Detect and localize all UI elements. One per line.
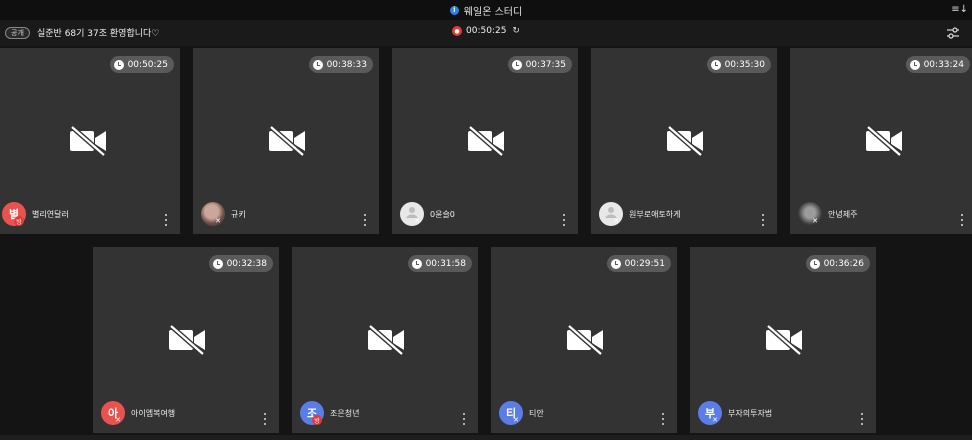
window-titlebar: i 웨일온 스터디 ≡↓: [0, 0, 972, 20]
bottom-toolbar-edge: [0, 435, 972, 440]
participant-name: 별리연달러: [32, 210, 69, 219]
camera-off-icon: [267, 125, 307, 157]
participant-timer-text: 00:38:33: [326, 59, 367, 70]
mic-muted-icon: ✕: [215, 217, 221, 225]
host-badge-icon: 방: [312, 415, 322, 425]
participant-timer: 00:33:24: [905, 56, 970, 73]
participant-tile[interactable]: 00:31:58 조 방 조은청년: [292, 247, 478, 433]
camera-off-icon: [167, 324, 207, 356]
participant-timer: 00:29:51: [606, 255, 671, 272]
participant-timer-text: 00:36:26: [823, 258, 864, 269]
more-options-icon[interactable]: [363, 214, 367, 226]
room-name: 실준반 68기 37조 환영합니다♡: [37, 29, 160, 39]
participant-tile[interactable]: 00:50:25 별 방 별리연달러: [0, 48, 180, 234]
participant-tile[interactable]: 00:37:35 ✕ 0윤슬0: [392, 48, 578, 234]
participant-name: 조은청년: [330, 409, 360, 418]
participant-tile[interactable]: 00:29:51 티 ✕ 티안: [491, 247, 677, 433]
participant-timer-text: 00:29:51: [624, 258, 665, 269]
camera-off-icon: [366, 324, 406, 356]
participant-name: 아이엠복여행: [131, 409, 176, 418]
clock-icon: [710, 59, 721, 70]
more-options-icon[interactable]: [562, 214, 566, 226]
participant-timer-text: 00:50:25: [127, 59, 168, 70]
participant-timer: 00:50:25: [109, 56, 174, 73]
room-timer: ● 00:50:25 ↻: [452, 26, 520, 36]
recording-icon: ●: [452, 26, 462, 36]
participant-name: 0윤슬0: [430, 210, 455, 219]
settings-sliders-icon[interactable]: [946, 26, 960, 40]
mic-muted-icon: ✕: [613, 217, 619, 225]
participant-tile[interactable]: 00:36:26 부 ✕ 부자의투자법: [690, 247, 876, 433]
more-options-icon[interactable]: [462, 413, 466, 425]
clock-icon: [909, 59, 920, 70]
clock-icon: [113, 59, 124, 70]
more-options-icon[interactable]: [860, 413, 864, 425]
clock-icon: [312, 59, 323, 70]
camera-off-icon: [665, 125, 705, 157]
mic-muted-icon: ✕: [712, 416, 718, 424]
participant-tile[interactable]: 00:32:38 아 ✕ 아이엠복여행: [93, 247, 279, 433]
more-options-icon[interactable]: [661, 413, 665, 425]
more-options-icon[interactable]: [960, 214, 964, 226]
clock-icon: [212, 258, 223, 269]
clock-icon: [511, 59, 522, 70]
participant-timer-text: 00:37:35: [525, 59, 566, 70]
participant-timer-text: 00:35:30: [724, 59, 765, 70]
participant-name: 안녕제주: [828, 210, 858, 219]
camera-off-icon: [764, 324, 804, 356]
more-options-icon[interactable]: [761, 214, 765, 226]
participant-tile[interactable]: 00:33:24 ✕ 안녕제주: [790, 48, 972, 234]
camera-off-icon: [68, 125, 108, 157]
mic-muted-icon: ✕: [812, 217, 818, 225]
mic-muted-icon: ✕: [513, 416, 519, 424]
participant-tile[interactable]: 00:38:33 ✕ 규키: [193, 48, 379, 234]
participant-timer-text: 00:31:58: [425, 258, 466, 269]
participant-timer: 00:31:58: [407, 255, 472, 272]
refresh-icon[interactable]: ↻: [512, 26, 520, 36]
participant-name: 부자의투자법: [728, 409, 773, 418]
participant-timer: 00:38:33: [308, 56, 373, 73]
public-badge: 공개: [5, 27, 30, 39]
camera-off-icon: [565, 324, 605, 356]
window-title-group: i 웨일온 스터디: [449, 3, 523, 18]
clock-icon: [610, 258, 621, 269]
room-header: 공개 실준반 68기 37조 환영합니다♡ ● 00:50:25 ↻: [0, 20, 972, 46]
participant-timer: 00:35:30: [706, 56, 771, 73]
clock-icon: [809, 258, 820, 269]
participant-timer: 00:36:26: [805, 255, 870, 272]
participant-timer: 00:32:38: [208, 255, 273, 272]
participant-timer-text: 00:33:24: [923, 59, 964, 70]
participant-timer-text: 00:32:38: [226, 258, 267, 269]
camera-off-icon: [864, 125, 904, 157]
participant-tile[interactable]: 00:35:30 ✕ 원부로애토하게: [591, 48, 777, 234]
mic-muted-icon: ✕: [115, 416, 121, 424]
more-options-icon[interactable]: [164, 214, 168, 226]
mic-muted-icon: ✕: [414, 217, 420, 225]
sort-icon[interactable]: ≡↓: [951, 4, 968, 15]
clock-icon: [411, 258, 422, 269]
window-title: 웨일온 스터디: [463, 6, 523, 18]
participant-timer: 00:37:35: [507, 56, 572, 73]
camera-off-icon: [466, 125, 506, 157]
participant-name: 티안: [529, 409, 544, 418]
more-options-icon[interactable]: [263, 413, 267, 425]
info-icon[interactable]: i: [449, 5, 459, 15]
host-badge-icon: 방: [14, 216, 24, 226]
participant-name: 원부로애토하게: [629, 210, 681, 219]
room-elapsed-time: 00:50:25: [466, 26, 507, 36]
participant-name: 규키: [231, 210, 246, 219]
